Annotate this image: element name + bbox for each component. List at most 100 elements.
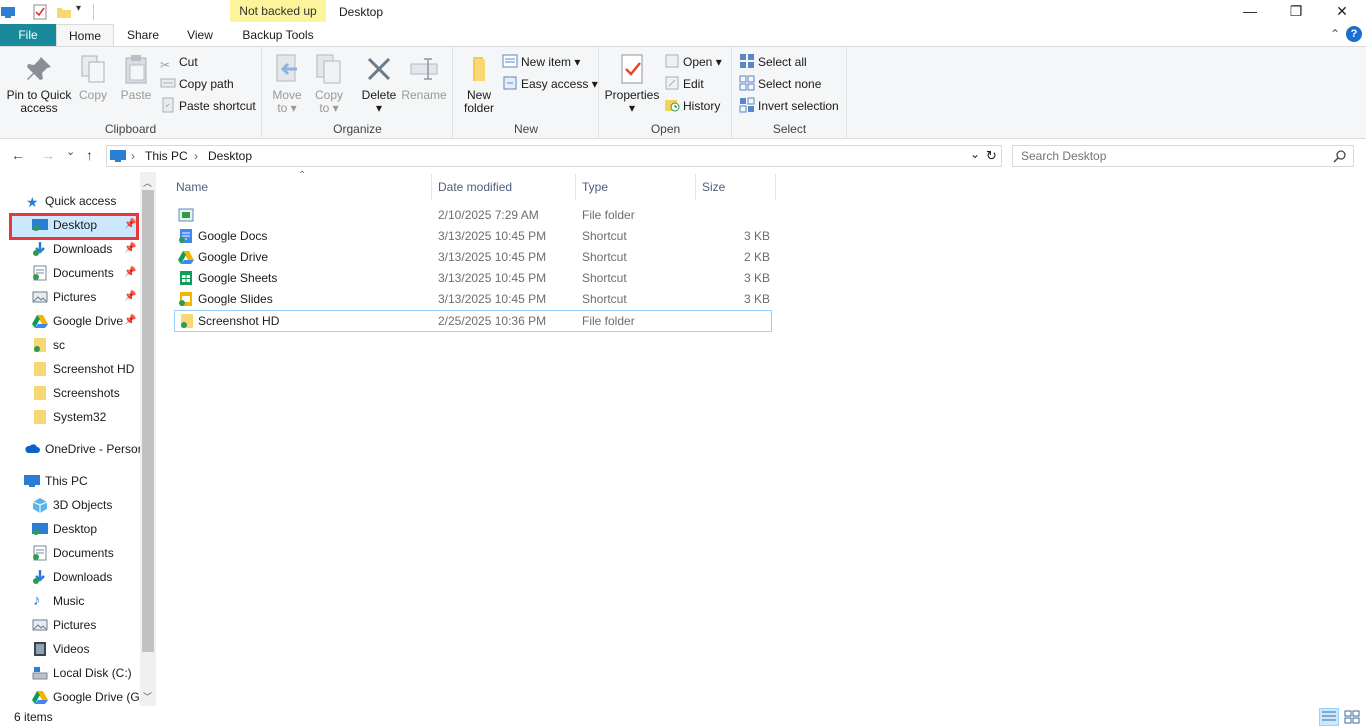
sidebar-item-pc-downloads[interactable]: Downloads xyxy=(0,566,140,588)
sidebar-item-sc[interactable]: sc xyxy=(0,334,140,356)
properties-button[interactable]: Properties ▾ xyxy=(604,53,660,115)
select-all-button[interactable]: Select all xyxy=(739,52,807,72)
select-none-button[interactable]: Select none xyxy=(739,74,821,94)
sidebar-item-videos[interactable]: Videos xyxy=(0,638,140,660)
select-all-label: Select all xyxy=(758,55,807,69)
move-to-button[interactable]: Move to ▾ xyxy=(269,53,305,115)
tab-backup-tools[interactable]: Backup Tools xyxy=(230,24,326,46)
google-slides-icon xyxy=(179,292,192,306)
sidebar-item-downloads[interactable]: Downloads 📌 xyxy=(0,238,140,260)
invert-selection-button[interactable]: Invert selection xyxy=(739,96,839,116)
computer-icon[interactable] xyxy=(0,4,16,20)
back-button[interactable]: ← xyxy=(11,147,25,163)
file-row[interactable]: Google Drive 3/13/2025 10:45 PM Shortcut… xyxy=(174,247,772,268)
edit-button[interactable]: Edit xyxy=(664,74,704,94)
sidebar-item-quick-access[interactable]: ★ Quick access xyxy=(0,190,140,212)
tab-share[interactable]: Share xyxy=(114,24,172,46)
column-header-date-modified[interactable]: Date modified xyxy=(432,174,576,200)
sidebar-item-screenshots[interactable]: Screenshots xyxy=(0,382,140,404)
new-folder-button[interactable]: New folder xyxy=(460,53,498,115)
cut-button[interactable]: ✂ Cut xyxy=(160,52,198,72)
copy-to-button[interactable]: Copy to ▾ xyxy=(311,53,347,115)
copy-button[interactable]: Copy xyxy=(76,53,110,102)
sidebar-item-google-drive-g[interactable]: Google Drive (G: xyxy=(0,686,140,706)
sidebar-scrollbar[interactable]: ︿ ﹀ xyxy=(140,172,156,706)
search-box[interactable] xyxy=(1012,145,1354,167)
address-dropdown-icon[interactable]: ⌄ xyxy=(970,147,980,161)
tab-home[interactable]: Home xyxy=(56,24,114,47)
column-header-type[interactable]: Type xyxy=(576,174,696,200)
open-button[interactable]: Open ▾ xyxy=(664,52,722,72)
rename-button[interactable]: Rename xyxy=(401,53,447,102)
sidebar-item-screenshot-hd[interactable]: Screenshot HD xyxy=(0,358,140,380)
file-row[interactable]: Google Docs 3/13/2025 10:45 PM Shortcut … xyxy=(174,226,772,247)
refresh-icon[interactable]: ↻ xyxy=(986,148,997,164)
tab-file[interactable]: File xyxy=(0,24,56,46)
forward-button[interactable]: → xyxy=(41,147,55,163)
new-folder-quick-icon[interactable] xyxy=(56,4,72,20)
delete-button[interactable]: Delete ▾ xyxy=(359,53,399,115)
easy-access-button[interactable]: Easy access ▾ xyxy=(502,74,598,94)
navigation-bar: ← → ⌄ ↑ › This PC › Desktop ⌄ ↻ xyxy=(0,140,1366,172)
breadcrumb-this-pc[interactable]: This PC xyxy=(145,149,188,163)
maximize-button[interactable]: ❐ xyxy=(1273,0,1319,24)
search-input[interactable] xyxy=(1021,149,1321,163)
scrollbar-thumb[interactable] xyxy=(142,190,154,652)
sidebar-item-label: sc xyxy=(53,338,65,352)
scroll-down-icon[interactable]: ﹀ xyxy=(143,690,152,703)
search-icon[interactable] xyxy=(1333,149,1347,163)
sidebar-item-music[interactable]: ♪ Music xyxy=(0,590,140,612)
tab-view[interactable]: View xyxy=(172,24,228,46)
up-button[interactable]: ↑ xyxy=(86,147,93,163)
copy-path-button[interactable]: Copy path xyxy=(160,74,234,94)
file-size: 3 KB xyxy=(744,271,771,285)
sidebar-item-onedrive[interactable]: OneDrive - Persor xyxy=(0,438,140,460)
sidebar-item-pc-desktop[interactable]: Desktop xyxy=(0,518,140,540)
select-none-icon xyxy=(739,75,755,91)
sidebar-item-3d-objects[interactable]: 3D Objects xyxy=(0,494,140,516)
file-row[interactable]: Google Sheets 3/13/2025 10:45 PM Shortcu… xyxy=(174,268,772,289)
column-header-size[interactable]: Size xyxy=(696,174,776,200)
help-icon[interactable]: ? xyxy=(1346,26,1362,42)
file-row[interactable]: Google Slides 3/13/2025 10:45 PM Shortcu… xyxy=(174,289,772,310)
scroll-up-icon[interactable]: ︿ xyxy=(143,176,152,189)
rename-label: Rename xyxy=(401,88,447,102)
recent-locations-button[interactable]: ⌄ xyxy=(66,145,75,158)
file-row[interactable]: 2/10/2025 7:29 AM File folder xyxy=(174,205,772,226)
sidebar-item-pictures[interactable]: Pictures 📌 xyxy=(0,286,140,308)
paste-shortcut-button[interactable]: Paste shortcut xyxy=(160,96,256,116)
details-view-button[interactable] xyxy=(1319,708,1339,726)
paste-icon xyxy=(125,55,147,84)
file-size: 2 KB xyxy=(744,250,771,264)
paste-button[interactable]: Paste xyxy=(118,53,154,102)
navigation-pane[interactable]: ★ Quick access Desktop 📌 Downloads 📌 Doc… xyxy=(0,172,156,706)
file-list[interactable]: Name ⌃ Date modified Type Size 2/10/2025… xyxy=(160,170,1366,706)
customize-quick-access-icon[interactable]: ▾ xyxy=(76,3,92,19)
breadcrumb-desktop[interactable]: Desktop xyxy=(208,149,252,163)
properties-quick-icon[interactable] xyxy=(32,4,48,20)
new-item-button[interactable]: New item ▾ xyxy=(502,52,580,72)
sidebar-item-label: This PC xyxy=(45,474,88,488)
new-folder-label-2: folder xyxy=(463,101,495,115)
sidebar-item-this-pc[interactable]: This PC xyxy=(0,470,140,492)
history-button[interactable]: History xyxy=(664,96,720,116)
sidebar-item-pc-documents[interactable]: Documents xyxy=(0,542,140,564)
address-bar[interactable]: › This PC › Desktop ⌄ ↻ xyxy=(106,145,1002,167)
large-icons-view-button[interactable] xyxy=(1342,708,1362,726)
new-item-icon xyxy=(502,54,518,68)
sidebar-item-pc-pictures[interactable]: Pictures xyxy=(0,614,140,636)
minimize-button[interactable]: — xyxy=(1227,0,1273,24)
pin-to-quick-access-button[interactable]: Pin to Quick access xyxy=(4,53,74,115)
close-button[interactable]: ✕ xyxy=(1319,0,1365,24)
sidebar-item-local-disk[interactable]: Local Disk (C:) xyxy=(0,662,140,684)
file-row[interactable]: Screenshot HD 2/25/2025 10:36 PM File fo… xyxy=(174,310,772,332)
title-divider xyxy=(93,4,94,20)
copy-to-icon xyxy=(316,54,341,84)
sidebar-item-documents[interactable]: Documents 📌 xyxy=(0,262,140,284)
local-disk-icon xyxy=(32,667,48,680)
select-all-icon xyxy=(740,54,754,68)
sidebar-item-system32[interactable]: System32 xyxy=(0,406,140,428)
sidebar-item-google-drive[interactable]: Google Drive 📌 xyxy=(0,310,140,332)
collapse-ribbon-icon[interactable]: ⌃ xyxy=(1330,27,1340,41)
file-date: 3/13/2025 10:45 PM xyxy=(438,271,547,285)
